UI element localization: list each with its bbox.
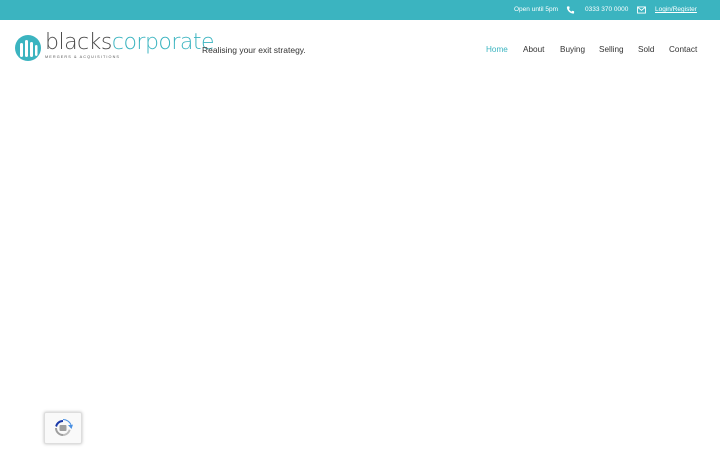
logo-wordmark-part1: blacks bbox=[45, 30, 112, 55]
recaptcha-badge[interactable] bbox=[44, 412, 82, 444]
login-register-link[interactable]: Login/Register bbox=[655, 6, 697, 13]
site-header: blackscorporate MERGERS & ACQUISITIONS R… bbox=[0, 20, 720, 80]
nav-about[interactable]: About bbox=[523, 45, 544, 54]
logo-mark-icon bbox=[15, 35, 41, 61]
top-bar: Open until 5pm 0333 370 0000 Login/Regis… bbox=[0, 0, 720, 20]
site-tagline: Realising your exit strategy. bbox=[202, 45, 306, 55]
phone-number-link[interactable]: 0333 370 0000 bbox=[585, 6, 628, 13]
nav-sold[interactable]: Sold bbox=[638, 45, 654, 54]
nav-buying[interactable]: Buying bbox=[560, 45, 585, 54]
logo-wordmark-part2: corporate bbox=[111, 30, 215, 55]
nav-contact[interactable]: Contact bbox=[669, 45, 697, 54]
recaptcha-icon bbox=[55, 418, 73, 436]
opening-hours: Open until 5pm bbox=[514, 6, 559, 13]
company-logo[interactable]: blackscorporate MERGERS & ACQUISITIONS bbox=[14, 30, 215, 64]
envelope-icon bbox=[637, 6, 646, 14]
nav-home[interactable]: Home bbox=[486, 45, 508, 54]
phone-icon bbox=[566, 6, 575, 14]
nav-selling[interactable]: Selling bbox=[599, 45, 624, 54]
logo-wordmark: blackscorporate bbox=[45, 30, 215, 56]
logo-subtitle: MERGERS & ACQUISITIONS bbox=[45, 55, 121, 59]
